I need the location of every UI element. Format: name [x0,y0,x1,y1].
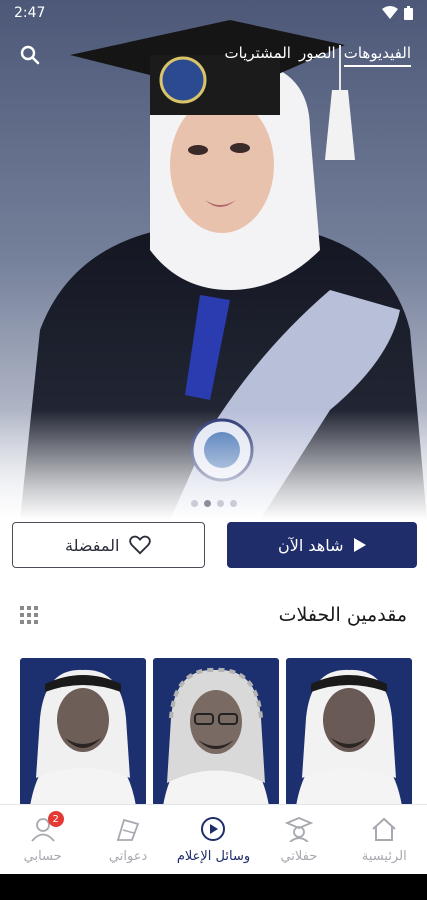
favorite-label: المفضلة [65,535,120,555]
favorite-button[interactable]: المفضلة [12,522,205,568]
nav-media-label: وسائل الإعلام [176,849,251,864]
search-icon [20,45,40,65]
status-time: 2:47 [14,5,46,21]
bottom-nav: الرئيسية حفلاتي وسائل الإعلام دعواتي 2 ح… [0,804,427,874]
presenters-list [20,658,414,806]
invitations-icon [113,815,143,843]
tab-purchases[interactable]: المشتريات [225,44,291,67]
nav-invitations-label: دعواتي [108,849,148,864]
grid-view-icon[interactable] [20,606,38,624]
nav-media[interactable]: وسائل الإعلام [171,805,256,874]
system-navigation-bar [0,874,427,900]
media-play-icon [198,815,228,843]
heart-icon [129,535,152,555]
hero-banner[interactable] [0,0,427,520]
nav-my-parties[interactable]: حفلاتي [256,805,341,874]
top-nav: الفيديوهات الصور المشتريات [0,40,427,70]
wifi-icon [382,6,398,19]
presenter-card[interactable] [153,658,279,806]
top-nav-links: الفيديوهات الصور المشتريات [225,44,411,67]
battery-icon [404,6,413,20]
carousel-dot[interactable] [190,500,198,507]
account-icon: 2 [28,811,64,843]
nav-invitations[interactable]: دعواتي [85,805,170,874]
section-title: مقدمين الحفلات [278,604,407,626]
tab-videos[interactable]: الفيديوهات [343,44,411,67]
carousel-dot-active[interactable] [203,500,211,507]
tab-photos[interactable]: الصور [299,44,336,67]
presenter-photo [30,669,136,806]
presenter-card[interactable] [20,658,146,806]
presenter-card[interactable] [286,658,412,806]
watch-now-button[interactable]: شاهد الآن [226,522,417,568]
hero-actions: المفضلة شاهد الآن [12,522,417,568]
watch-now-label: شاهد الآن [277,535,344,555]
status-bar: 2:47 [0,0,427,26]
graduation-icon [284,815,314,843]
carousel-dot[interactable] [216,500,224,507]
play-icon [353,538,366,552]
nav-home-label: الرئيسية [361,849,407,864]
nav-account-label: حسابي [23,849,62,864]
nav-account[interactable]: 2 حسابي [0,805,85,874]
nav-my-parties-label: حفلاتي [280,849,318,864]
carousel-dots [0,500,427,507]
presenter-photo [296,669,402,806]
status-icons [382,6,413,20]
carousel-dot[interactable] [229,500,237,507]
presenter-photo [163,667,269,806]
home-icon [369,815,399,843]
presenters-header: مقدمين الحفلات [20,600,407,630]
search-button[interactable] [16,41,44,69]
notification-badge: 2 [47,811,64,827]
nav-home[interactable]: الرئيسية [342,805,427,874]
